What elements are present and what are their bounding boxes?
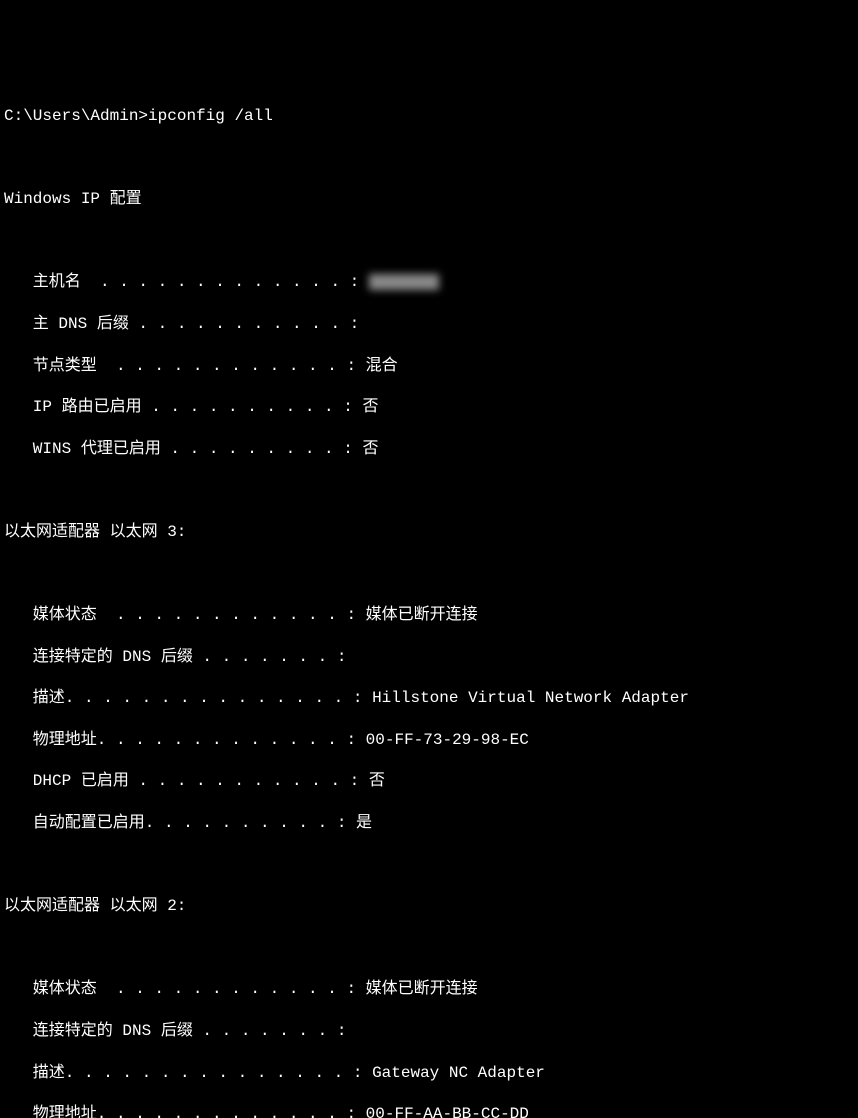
terminal-output: C:\Users\Admin>ipconfig /all Windows IP …	[4, 85, 854, 1118]
adapter2-title: 以太网适配器 以太网 2:	[4, 896, 854, 917]
blank-line	[4, 564, 854, 585]
physical-addr-value: 00-FF-73-29-98-EC	[366, 731, 529, 749]
adapter3-conn-dns-row: 连接特定的 DNS 后缀 . . . . . . . :	[4, 647, 854, 668]
media-state-label: 媒体状态 . . . . . . . . . . . . :	[4, 980, 366, 998]
hostname-label: 主机名 . . . . . . . . . . . . . :	[4, 273, 369, 291]
node-type-row: 节点类型 . . . . . . . . . . . . : 混合	[4, 356, 854, 377]
physical-addr-label: 物理地址. . . . . . . . . . . . . :	[4, 731, 366, 749]
adapter2-media-state-row: 媒体状态 . . . . . . . . . . . . : 媒体已断开连接	[4, 979, 854, 1000]
autoconfig-value: 是	[356, 814, 372, 832]
description-value: Gateway NC Adapter	[372, 1064, 545, 1082]
dhcp-label: DHCP 已启用 . . . . . . . . . . . :	[4, 772, 369, 790]
dhcp-value: 否	[369, 772, 385, 790]
ip-routing-label: IP 路由已启用 . . . . . . . . . . :	[4, 398, 362, 416]
adapter3-title: 以太网适配器 以太网 3:	[4, 522, 854, 543]
ip-routing-row: IP 路由已启用 . . . . . . . . . . : 否	[4, 397, 854, 418]
command-text: ipconfig /all	[148, 107, 273, 125]
physical-addr-label: 物理地址. . . . . . . . . . . . . :	[4, 1105, 366, 1118]
description-value: Hillstone Virtual Network Adapter	[372, 689, 689, 707]
blank-line	[4, 938, 854, 959]
command-line: C:\Users\Admin>ipconfig /all	[4, 106, 854, 127]
physical-addr-value: 00-FF-AA-BB-CC-DD	[366, 1105, 529, 1118]
blank-line	[4, 855, 854, 876]
description-label: 描述. . . . . . . . . . . . . . . :	[4, 1064, 372, 1082]
wins-proxy-value: 否	[362, 440, 378, 458]
blank-line	[4, 231, 854, 252]
dns-suffix-row: 主 DNS 后缀 . . . . . . . . . . . :	[4, 314, 854, 335]
adapter3-media-state-row: 媒体状态 . . . . . . . . . . . . : 媒体已断开连接	[4, 605, 854, 626]
adapter2-physical-addr-row: 物理地址. . . . . . . . . . . . . : 00-FF-AA…	[4, 1104, 854, 1118]
autoconfig-label: 自动配置已启用. . . . . . . . . . :	[4, 814, 356, 832]
adapter3-autoconfig-row: 自动配置已启用. . . . . . . . . . : 是	[4, 813, 854, 834]
node-type-label: 节点类型 . . . . . . . . . . . . :	[4, 357, 366, 375]
wins-proxy-label: WINS 代理已启用 . . . . . . . . . :	[4, 440, 362, 458]
adapter2-description-row: 描述. . . . . . . . . . . . . . . : Gatewa…	[4, 1063, 854, 1084]
section-header: Windows IP 配置	[4, 189, 854, 210]
media-state-value: 媒体已断开连接	[366, 980, 478, 998]
ip-routing-value: 否	[362, 398, 378, 416]
adapter3-dhcp-row: DHCP 已启用 . . . . . . . . . . . : 否	[4, 771, 854, 792]
media-state-value: 媒体已断开连接	[366, 606, 478, 624]
adapter2-conn-dns-row: 连接特定的 DNS 后缀 . . . . . . . :	[4, 1021, 854, 1042]
wins-proxy-row: WINS 代理已启用 . . . . . . . . . : 否	[4, 439, 854, 460]
hostname-row: 主机名 . . . . . . . . . . . . . :	[4, 272, 854, 293]
blank-line	[4, 148, 854, 169]
media-state-label: 媒体状态 . . . . . . . . . . . . :	[4, 606, 366, 624]
adapter3-description-row: 描述. . . . . . . . . . . . . . . : Hillst…	[4, 688, 854, 709]
hostname-value-blurred	[369, 274, 439, 290]
adapter3-physical-addr-row: 物理地址. . . . . . . . . . . . . : 00-FF-73…	[4, 730, 854, 751]
blank-line	[4, 480, 854, 501]
description-label: 描述. . . . . . . . . . . . . . . :	[4, 689, 372, 707]
node-type-value: 混合	[366, 357, 398, 375]
prompt: C:\Users\Admin>	[4, 107, 148, 125]
